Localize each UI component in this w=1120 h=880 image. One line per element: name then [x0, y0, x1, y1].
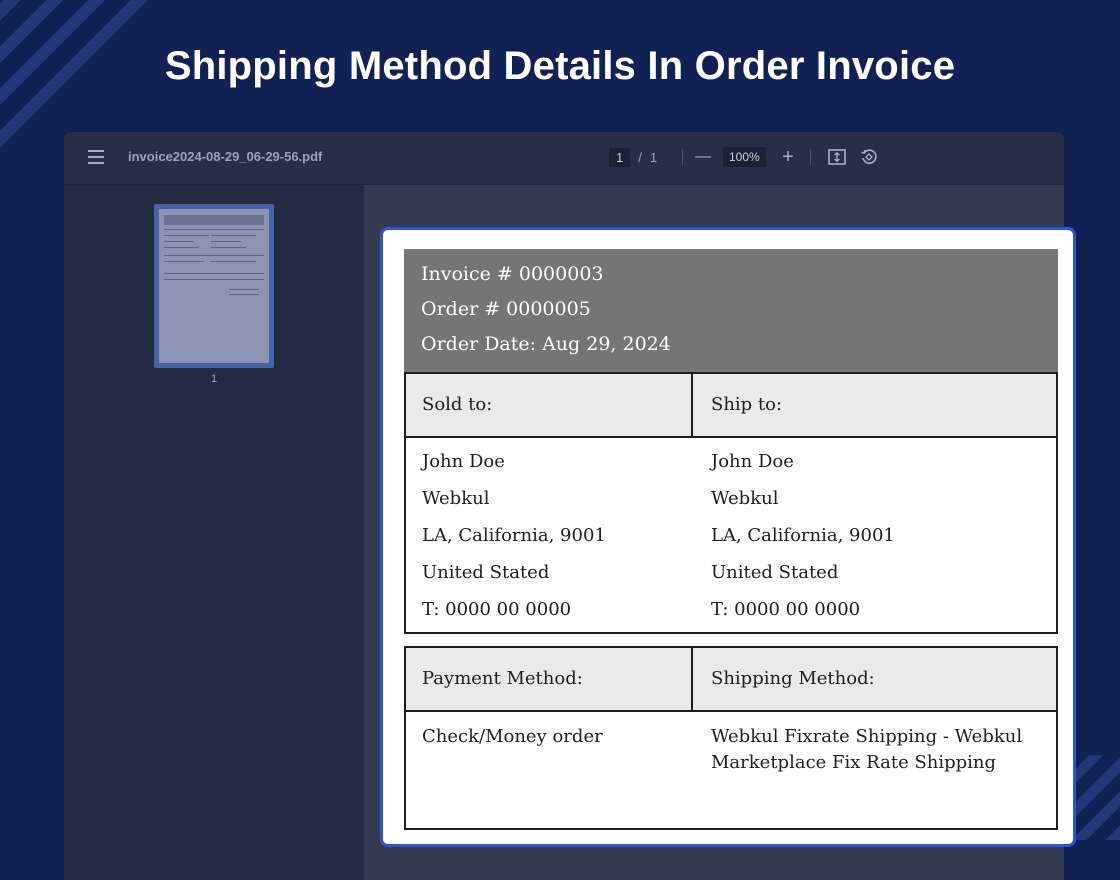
- toolbar-divider: [682, 149, 683, 165]
- thumbnail-sidebar: 1: [64, 185, 364, 880]
- column-divider: [691, 648, 693, 710]
- file-name: invoice2024-08-29_06-29-56.pdf: [128, 149, 323, 164]
- payment-method-label: Payment Method:: [422, 668, 583, 689]
- shipping-method-line1: Webkul Fixrate Shipping - Webkul: [711, 726, 1023, 747]
- invoice-header: Invoice # 0000003 Order # 0000005 Order …: [404, 249, 1058, 373]
- order-date: Order Date: Aug 29, 2024: [421, 333, 671, 355]
- page-indicator: 1 / 1: [609, 147, 657, 167]
- page-thumbnail[interactable]: [154, 204, 274, 368]
- menu-icon[interactable]: [88, 150, 104, 164]
- shipping-method-line2: Marketplace Fix Rate Shipping: [711, 752, 997, 773]
- zoom-out-button[interactable]: —: [691, 146, 715, 168]
- sold-to-company: Webkul: [422, 488, 490, 509]
- page-total: 1: [649, 149, 658, 165]
- sold-to-country: United Stated: [422, 562, 550, 583]
- rotate-icon[interactable]: [860, 148, 878, 166]
- method-table: Payment Method: Shipping Method: Check/M…: [404, 646, 1058, 830]
- decorative-stripes: [1070, 755, 1120, 840]
- ship-to-company: Webkul: [711, 488, 779, 509]
- order-number: Order # 0000005: [421, 298, 591, 320]
- ship-to-phone: T: 0000 00 0000: [711, 599, 861, 620]
- column-divider: [691, 374, 693, 436]
- sold-to-name: John Doe: [422, 451, 505, 472]
- zoom-level-input[interactable]: 100%: [723, 147, 766, 167]
- invoice-number: Invoice # 0000003: [421, 263, 604, 285]
- thumbnail-page-number: 1: [210, 373, 218, 385]
- payment-method-value: Check/Money order: [422, 726, 603, 747]
- fit-page-icon[interactable]: [828, 148, 846, 166]
- ship-to-name: John Doe: [711, 451, 794, 472]
- ship-to-country: United Stated: [711, 562, 839, 583]
- viewer-toolbar: invoice2024-08-29_06-29-56.pdf 1 / 1 — 1…: [64, 132, 1064, 185]
- shipping-method-label: Shipping Method:: [711, 668, 875, 689]
- sold-to-address: LA, California, 9001: [422, 525, 606, 546]
- sold-to-label: Sold to:: [422, 394, 493, 415]
- zoom-in-button[interactable]: +: [776, 146, 800, 168]
- page-current-input[interactable]: 1: [609, 147, 631, 167]
- page-headline: Shipping Method Details In Order Invoice: [164, 44, 956, 88]
- ship-to-label: Ship to:: [711, 394, 783, 415]
- toolbar-divider: [810, 149, 811, 165]
- address-table: Sold to: Ship to: John Doe Webkul LA, Ca…: [404, 372, 1058, 634]
- invoice-callout-card: Invoice # 0000003 Order # 0000005 Order …: [380, 227, 1076, 847]
- thumbnail-preview: [159, 209, 269, 363]
- ship-to-address: LA, California, 9001: [711, 525, 895, 546]
- page-separator: /: [638, 149, 642, 165]
- sold-to-phone: T: 0000 00 0000: [422, 599, 572, 620]
